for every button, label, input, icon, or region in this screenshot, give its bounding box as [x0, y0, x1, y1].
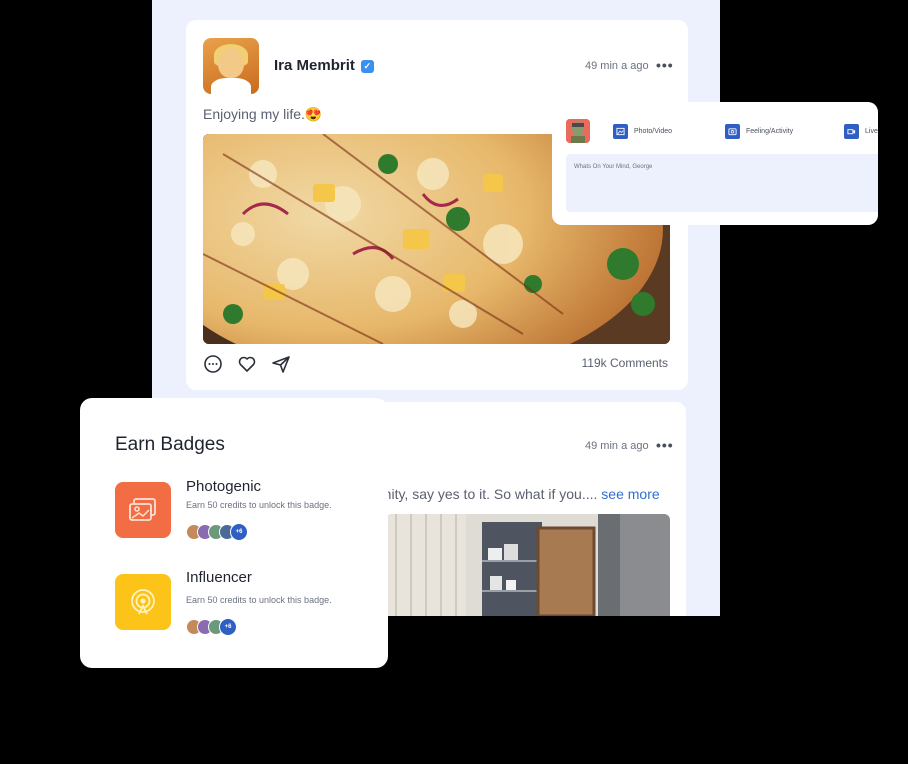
heart-icon[interactable] — [237, 354, 257, 374]
photo-video-option[interactable]: Photo/Video — [613, 124, 672, 139]
badge-name: Influencer — [186, 569, 252, 586]
post-actions — [203, 354, 291, 374]
broadcast-badge-icon — [115, 574, 171, 630]
more-options-icon[interactable]: ••• — [656, 57, 674, 73]
more-count-badge: +6 — [230, 523, 248, 541]
post-timestamp: 49 min a ago — [585, 440, 649, 452]
live-option[interactable]: Live — [844, 124, 878, 139]
badge-earners[interactable]: +6 — [186, 523, 248, 541]
feeling-activity-option[interactable]: Feeling/Activity — [725, 124, 793, 139]
post-text: Enjoying my life.😍 — [203, 106, 323, 122]
post-image-room[interactable] — [386, 514, 670, 616]
badge-earners[interactable]: +6 — [186, 618, 237, 636]
post-timestamp: 49 min a ago — [585, 60, 649, 72]
badge-description: Earn 50 credits to unlock this badge. — [186, 595, 332, 605]
more-count-badge: +6 — [219, 618, 237, 636]
user-avatar[interactable] — [566, 119, 590, 143]
post-text: tunity, say yes to it. So what if you...… — [372, 486, 660, 502]
author-name[interactable]: Ira Membrit ✓ — [274, 57, 374, 74]
post-composer: Photo/Video Feeling/Activity Live Whats … — [552, 102, 878, 225]
badges-title: Earn Badges — [115, 434, 225, 455]
emoji-icon — [725, 124, 740, 139]
comment-icon[interactable] — [203, 354, 223, 374]
see-more-link[interactable]: see more — [601, 486, 659, 502]
comments-count[interactable]: 119k Comments — [582, 356, 668, 370]
video-icon — [844, 124, 859, 139]
author-avatar[interactable] — [203, 38, 259, 94]
more-options-icon[interactable]: ••• — [656, 437, 674, 453]
share-icon[interactable] — [271, 354, 291, 374]
image-icon — [613, 124, 628, 139]
badge-name: Photogenic — [186, 478, 262, 495]
badge-description: Earn 50 credits to unlock this badge. — [186, 500, 332, 510]
status-input[interactable]: Whats On Your Mind, George — [566, 154, 878, 212]
earn-badges-card: Earn Badges Photogenic Earn 50 credits t… — [80, 398, 388, 668]
verified-icon: ✓ — [360, 60, 374, 73]
photo-badge-icon — [115, 482, 171, 538]
